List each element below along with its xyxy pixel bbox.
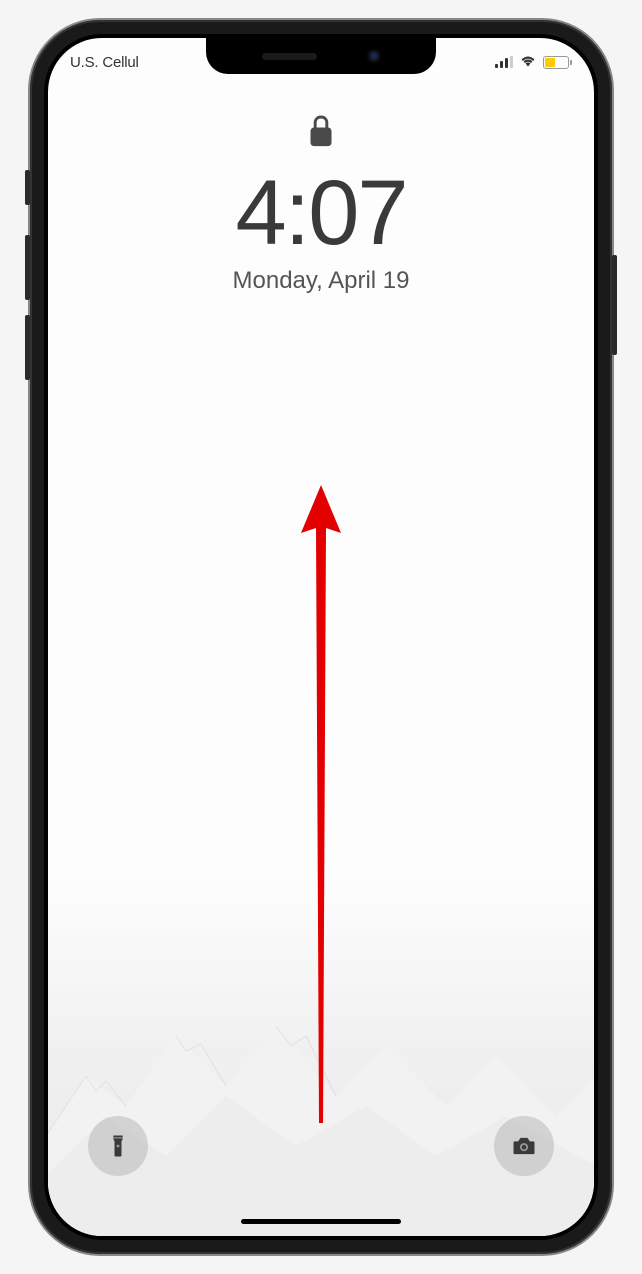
power-button[interactable] xyxy=(612,255,617,355)
cellular-signal-icon xyxy=(495,56,513,68)
lock-info: 4:07 Monday, April 19 xyxy=(48,113,594,295)
phone-frame: U.S. Cellul xyxy=(30,20,612,1254)
clock-date: Monday, April 19 xyxy=(48,267,594,295)
notch xyxy=(206,38,436,74)
flashlight-button[interactable] xyxy=(88,1116,148,1176)
camera-button[interactable] xyxy=(494,1116,554,1176)
phone-body: U.S. Cellul xyxy=(44,34,598,1240)
silence-switch[interactable] xyxy=(25,170,30,205)
speaker xyxy=(262,53,317,60)
volume-up-button[interactable] xyxy=(25,235,30,300)
volume-down-button[interactable] xyxy=(25,315,30,380)
swipe-up-arrow-annotation xyxy=(291,483,351,1138)
status-indicators xyxy=(495,53,572,72)
lock-screen[interactable]: U.S. Cellul xyxy=(48,38,594,1236)
lock-icon xyxy=(307,113,335,154)
battery-icon xyxy=(543,56,572,69)
front-camera xyxy=(367,49,381,63)
carrier-label: U.S. Cellul xyxy=(70,54,139,71)
wifi-icon xyxy=(519,53,537,72)
clock-time: 4:07 xyxy=(48,167,594,259)
home-indicator[interactable] xyxy=(241,1219,401,1224)
